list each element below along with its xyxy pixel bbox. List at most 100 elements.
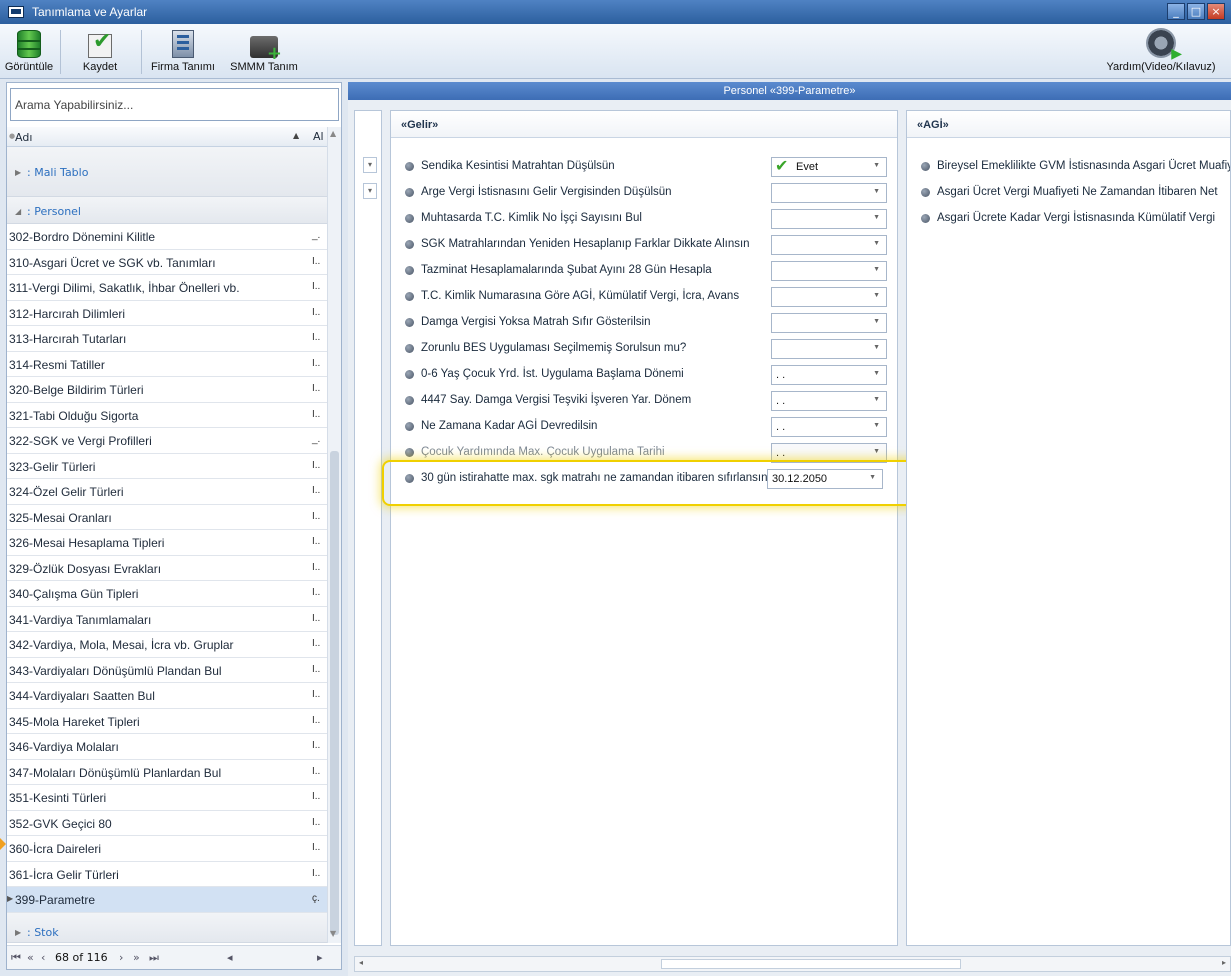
expand-icon[interactable]: ▶ bbox=[15, 928, 21, 937]
chevron-down-icon[interactable]: ▼ bbox=[873, 162, 880, 169]
dropdown-arrow-icon[interactable]: ▾ bbox=[363, 157, 377, 173]
setting-combo[interactable]: 30.12.2050 ▼ bbox=[767, 469, 883, 489]
grid-row[interactable]: 325-Mesai Oranları I.. bbox=[7, 505, 327, 530]
next-page-icon[interactable]: › bbox=[119, 951, 123, 964]
grid-row[interactable]: 360-İcra Daireleri I.. bbox=[7, 836, 327, 862]
grid-row[interactable]: 312-Harcırah Dilimleri I.. bbox=[7, 301, 327, 326]
grid-row[interactable]: 321-Tabi Olduğu Sigorta I.. bbox=[7, 403, 327, 428]
setting-combo[interactable]: ▼ bbox=[771, 235, 887, 255]
scrollbar-thumb[interactable] bbox=[661, 959, 961, 969]
first-page-icon[interactable]: ⏮ bbox=[11, 951, 21, 965]
grid-vertical-scrollbar[interactable]: ▲ ▼ bbox=[327, 127, 341, 943]
grid-row[interactable]: 313-Harcırah Tutarları I.. bbox=[7, 326, 327, 352]
close-button[interactable]: × bbox=[1207, 3, 1225, 20]
firma-tanimi-button[interactable]: Firma Tanımı bbox=[148, 26, 218, 77]
bullet-icon bbox=[921, 214, 930, 223]
chevron-down-icon[interactable]: ▼ bbox=[873, 344, 880, 351]
row-value: _. bbox=[312, 434, 321, 445]
dropdown-arrow-icon[interactable]: ▾ bbox=[363, 183, 377, 199]
setting-combo[interactable]: ▼ bbox=[771, 209, 887, 229]
group-stok[interactable]: ▶ : Stok bbox=[7, 913, 327, 943]
scroll-left-icon[interactable]: ◂ bbox=[359, 958, 363, 967]
grid-row[interactable]: 347-Molaları Dönüşümlü Planlardan Bul I.. bbox=[7, 760, 327, 785]
search-input[interactable]: Arama Yapabilirsiniz... bbox=[10, 88, 339, 121]
goruntule-label: Görüntüle bbox=[4, 61, 54, 73]
goruntule-button[interactable]: Görüntüle bbox=[4, 26, 54, 77]
collapse-icon[interactable]: ◢ bbox=[15, 207, 21, 216]
scroll-right-icon[interactable]: ▸ bbox=[1222, 958, 1226, 967]
setting-combo[interactable]: ▼ bbox=[771, 261, 887, 281]
setting-combo[interactable]: ▼ bbox=[771, 339, 887, 359]
grid-row[interactable]: 351-Kesinti Türleri I.. bbox=[7, 785, 327, 811]
grid-row[interactable]: 342-Vardiya, Mola, Mesai, İcra vb. Grupl… bbox=[7, 632, 327, 658]
grid-row[interactable]: 314-Resmi Tatiller I.. bbox=[7, 352, 327, 377]
chevron-down-icon[interactable]: ▼ bbox=[873, 214, 880, 221]
chevron-down-icon[interactable]: ▼ bbox=[869, 474, 876, 481]
setting-combo[interactable]: . . ▼ bbox=[771, 391, 887, 411]
maximize-button[interactable]: □ bbox=[1187, 3, 1205, 20]
column-value-header[interactable]: Al bbox=[313, 130, 324, 143]
grid-row[interactable]: 352-GVK Geçici 80 I.. bbox=[7, 811, 327, 836]
row-name: 399-Parametre bbox=[15, 893, 96, 907]
hscroll-left-icon[interactable]: ◂ bbox=[227, 951, 233, 964]
next-page-group-icon[interactable]: » bbox=[133, 951, 140, 964]
grid-row[interactable]: 341-Vardiya Tanımlamaları I.. bbox=[7, 607, 327, 632]
scroll-up-icon[interactable]: ▲ bbox=[330, 129, 336, 138]
scroll-down-icon[interactable]: ▼ bbox=[330, 929, 336, 938]
grid-row[interactable]: 310-Asgari Ücret ve SGK vb. Tanımları I.. bbox=[7, 250, 327, 275]
grid-row[interactable]: 345-Mola Hareket Tipleri I.. bbox=[7, 709, 327, 734]
grid-row[interactable]: 344-Vardiyaları Saatten Bul I.. bbox=[7, 683, 327, 709]
row-value: I.. bbox=[312, 561, 321, 573]
chevron-down-icon[interactable]: ▼ bbox=[873, 240, 880, 247]
group-mali-tablo[interactable]: ▶ : Mali Tablo bbox=[7, 147, 327, 197]
group-personel[interactable]: ◢ : Personel bbox=[7, 197, 327, 224]
hscroll-right-icon[interactable]: ▸ bbox=[317, 951, 323, 964]
smmm-tanim-button[interactable]: SMMM Tanım bbox=[226, 26, 302, 77]
grid-row[interactable]: ▶ 399-Parametre ç. bbox=[7, 887, 327, 913]
grid-row[interactable]: 323-Gelir Türleri I.. bbox=[7, 454, 327, 479]
column-name-header[interactable]: Adı bbox=[15, 131, 32, 144]
chevron-down-icon[interactable]: ▼ bbox=[873, 448, 880, 455]
scrollbar-thumb[interactable] bbox=[330, 451, 339, 935]
help-button[interactable]: Yardım(Video/Kılavuz) bbox=[1096, 26, 1226, 77]
setting-combo[interactable]: ▼ bbox=[771, 183, 887, 203]
chevron-down-icon[interactable]: ▼ bbox=[873, 292, 880, 299]
grid-row[interactable]: 320-Belge Bildirim Türleri I.. bbox=[7, 377, 327, 403]
row-value: I.. bbox=[312, 459, 321, 471]
grid-row[interactable]: 322-SGK ve Vergi Profilleri _. bbox=[7, 428, 327, 454]
grid-row[interactable]: 343-Vardiyaları Dönüşümlü Plandan Bul I.. bbox=[7, 658, 327, 683]
setting-combo[interactable]: . . ▼ bbox=[771, 417, 887, 437]
grid-row[interactable]: 311-Vergi Dilimi, Sakatlık, İhbar Önelle… bbox=[7, 275, 327, 301]
row-value: ç. bbox=[312, 893, 320, 904]
grid-row[interactable]: 302-Bordro Dönemini Kilitle _. bbox=[7, 224, 327, 250]
minimize-button[interactable]: _ bbox=[1167, 3, 1185, 20]
firma-tanimi-label: Firma Tanımı bbox=[151, 61, 215, 73]
setting-combo[interactable]: ▼ bbox=[771, 287, 887, 307]
setting-combo[interactable]: . . ▼ bbox=[771, 443, 887, 463]
main-horizontal-scrollbar[interactable]: ◂ ▸ bbox=[354, 956, 1231, 972]
grid-row[interactable]: 361-İcra Gelir Türleri I.. bbox=[7, 862, 327, 887]
grid-row[interactable]: 329-Özlük Dosyası Evrakları I.. bbox=[7, 556, 327, 581]
grid-row[interactable]: 346-Vardiya Molaları I.. bbox=[7, 734, 327, 760]
expand-icon[interactable]: ▶ bbox=[15, 168, 21, 177]
grid-row[interactable]: 326-Mesai Hesaplama Tipleri I.. bbox=[7, 530, 327, 556]
setting-label: Sendika Kesintisi Matrahtan Düşülsün bbox=[421, 160, 615, 172]
chevron-down-icon[interactable]: ▼ bbox=[873, 266, 880, 273]
setting-combo[interactable]: ✔ Evet ▼ bbox=[771, 157, 887, 177]
bullet-icon bbox=[405, 162, 414, 171]
chevron-down-icon[interactable]: ▼ bbox=[873, 422, 880, 429]
chevron-down-icon[interactable]: ▼ bbox=[873, 370, 880, 377]
chevron-down-icon[interactable]: ▼ bbox=[873, 396, 880, 403]
kaydet-button[interactable]: Kaydet bbox=[70, 26, 130, 77]
chevron-down-icon[interactable]: ▼ bbox=[873, 188, 880, 195]
last-page-icon[interactable]: ⏭ bbox=[149, 951, 159, 965]
setting-combo[interactable]: . . ▼ bbox=[771, 365, 887, 385]
prev-page-group-icon[interactable]: « bbox=[27, 951, 34, 964]
film-reel-icon bbox=[1146, 28, 1182, 62]
grid-row[interactable]: 340-Çalışma Gün Tipleri I.. bbox=[7, 581, 327, 607]
row-value: I.. bbox=[312, 383, 321, 394]
prev-page-icon[interactable]: ‹ bbox=[41, 951, 45, 964]
grid-row[interactable]: 324-Özel Gelir Türleri I.. bbox=[7, 479, 327, 505]
chevron-down-icon[interactable]: ▼ bbox=[873, 318, 880, 325]
setting-combo[interactable]: ▼ bbox=[771, 313, 887, 333]
